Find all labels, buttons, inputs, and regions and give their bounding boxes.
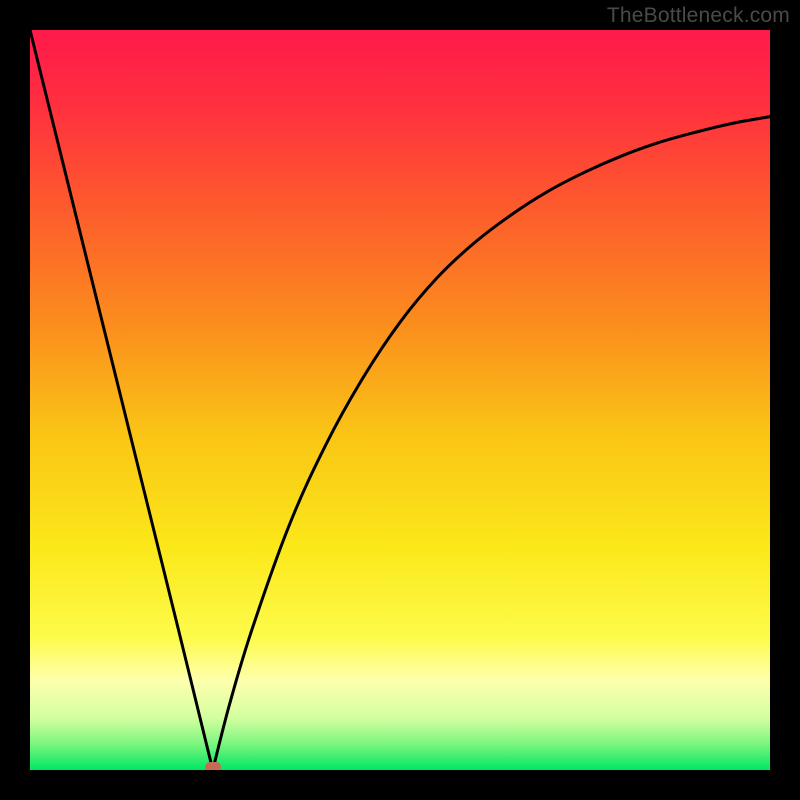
minimum-marker [205,762,221,770]
plot-area [30,30,770,770]
chart-frame: TheBottleneck.com [0,0,800,800]
bottleneck-curve [30,30,770,770]
watermark-text: TheBottleneck.com [607,4,790,28]
